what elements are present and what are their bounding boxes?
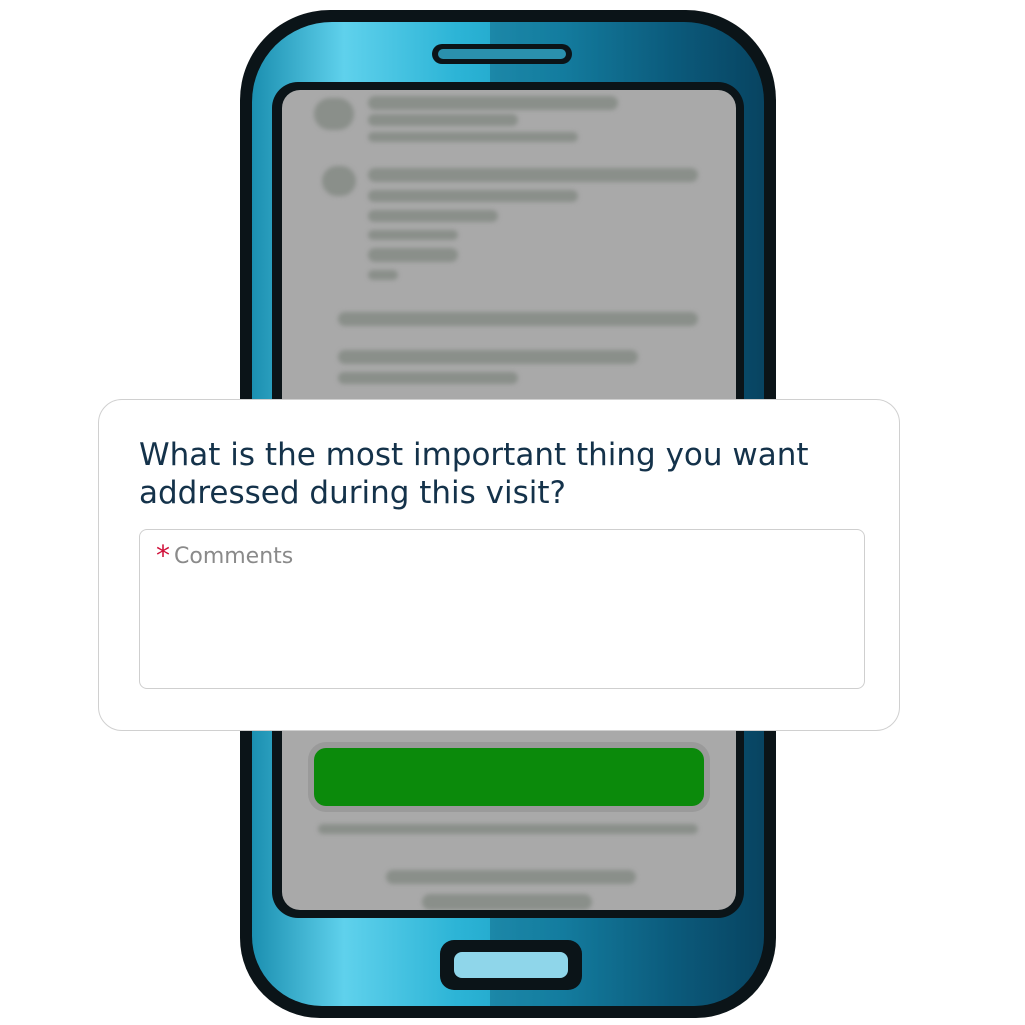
survey-card: What is the most important thing you wan… bbox=[98, 399, 900, 731]
phone-speaker-icon bbox=[432, 44, 572, 64]
blurred-text bbox=[368, 210, 498, 222]
blurred-text bbox=[368, 190, 578, 202]
blurred-text bbox=[368, 230, 458, 240]
blurred-text bbox=[368, 270, 398, 280]
blurred-avatar bbox=[314, 98, 354, 130]
comments-label: * Comments bbox=[156, 539, 294, 572]
blurred-text bbox=[422, 894, 592, 910]
blurred-text bbox=[338, 372, 518, 384]
comments-textarea[interactable]: * Comments bbox=[139, 529, 865, 689]
home-button-icon[interactable] bbox=[440, 940, 582, 990]
comments-placeholder: Comments bbox=[174, 544, 294, 569]
blurred-text bbox=[338, 312, 698, 326]
blurred-text bbox=[368, 168, 698, 182]
blurred-text bbox=[368, 96, 618, 110]
submit-button[interactable] bbox=[314, 748, 704, 806]
blurred-text bbox=[368, 132, 578, 142]
required-marker: * bbox=[156, 539, 170, 572]
blurred-text bbox=[368, 248, 458, 262]
survey-question: What is the most important thing you wan… bbox=[139, 437, 809, 511]
blurred-text bbox=[368, 114, 518, 126]
blurred-text bbox=[386, 870, 636, 884]
blurred-text bbox=[338, 350, 638, 364]
blurred-avatar bbox=[322, 166, 356, 196]
blurred-text bbox=[318, 824, 698, 834]
